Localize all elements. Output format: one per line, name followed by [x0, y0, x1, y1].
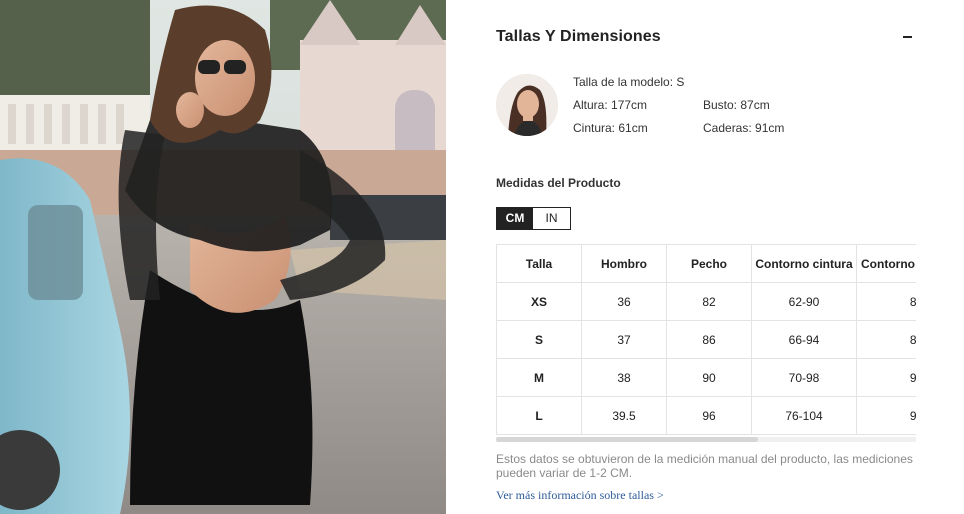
- model-hips: Caderas: 91cm: [703, 121, 785, 135]
- table-row: L 39.5 96 76-104 96: [496, 396, 916, 435]
- table-header: Contorno: [856, 244, 916, 283]
- product-photo: [0, 0, 446, 514]
- size-info-link[interactable]: Ver más información sobre tallas >: [496, 488, 664, 503]
- unit-in-button[interactable]: IN: [533, 208, 570, 229]
- model-waist: Cintura: 61cm: [573, 121, 648, 135]
- table-cell-size: M: [496, 358, 582, 397]
- table-cell: 38: [581, 358, 667, 397]
- table-cell: 82: [856, 282, 916, 321]
- scrollbar-thumb[interactable]: [496, 437, 758, 442]
- table-cell: 90: [666, 358, 752, 397]
- table-header: Talla: [496, 244, 582, 283]
- table-header-row: Talla Hombro Pecho Contorno cintura Cont…: [496, 244, 916, 283]
- table-cell: 90: [856, 358, 916, 397]
- panel-title: Tallas Y Dimensiones: [496, 28, 661, 45]
- unit-cm-button[interactable]: CM: [497, 208, 533, 229]
- table-row: S 37 86 66-94 86: [496, 320, 916, 359]
- size-table: Talla Hombro Pecho Contorno cintura Cont…: [496, 244, 916, 435]
- table-cell: 36: [581, 282, 667, 321]
- table-cell: 70-98: [751, 358, 857, 397]
- table-row: M 38 90 70-98 90: [496, 358, 916, 397]
- model-bust: Busto: 87cm: [703, 98, 770, 112]
- table-cell-size: S: [496, 320, 582, 359]
- model-avatar: [496, 74, 558, 136]
- measurement-note: Estos datos se obtuvieron de la medición…: [496, 452, 913, 480]
- table-cell-size: L: [496, 396, 582, 435]
- table-cell: 96: [856, 396, 916, 435]
- unit-toggle: CM IN: [496, 207, 571, 230]
- model-height: Altura: 177cm: [573, 98, 648, 112]
- table-header: Hombro: [581, 244, 667, 283]
- table-cell: 66-94: [751, 320, 857, 359]
- collapse-button[interactable]: [900, 26, 916, 46]
- table-cell: 86: [666, 320, 752, 359]
- table-cell: 86: [856, 320, 916, 359]
- table-cell: 37: [581, 320, 667, 359]
- size-panel: Tallas Y Dimensiones Talla de la modelo:…: [496, 0, 916, 514]
- table-cell: 82: [666, 282, 752, 321]
- table-cell: 62-90: [751, 282, 857, 321]
- table-cell-size: XS: [496, 282, 582, 321]
- table-scrollbar[interactable]: [496, 437, 916, 442]
- minus-icon: [903, 36, 912, 38]
- measurements-title: Medidas del Producto: [496, 176, 621, 190]
- table-cell: 96: [666, 396, 752, 435]
- model-size: Talla de la modelo: S: [573, 75, 685, 89]
- table-cell: 76-104: [751, 396, 857, 435]
- table-cell: 39.5: [581, 396, 667, 435]
- table-row: XS 36 82 62-90 82: [496, 282, 916, 321]
- size-table-container: Talla Hombro Pecho Contorno cintura Cont…: [496, 244, 916, 437]
- table-header: Pecho: [666, 244, 752, 283]
- table-header: Contorno cintura: [751, 244, 857, 283]
